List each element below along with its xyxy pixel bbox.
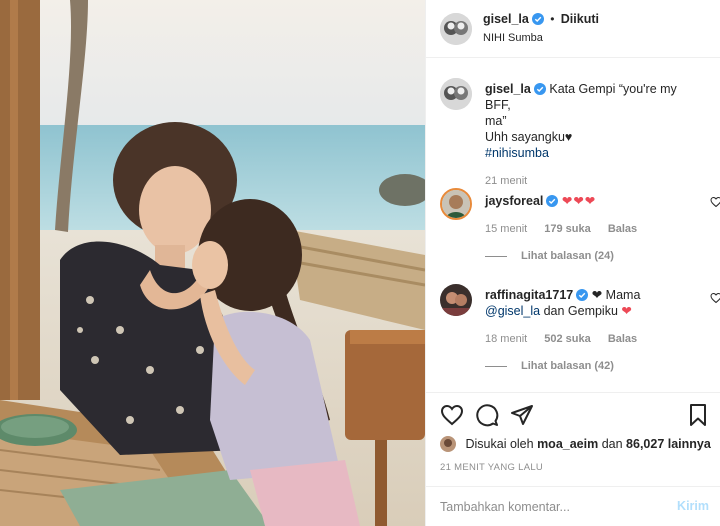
view-replies-label: Lihat balasan (42)	[521, 360, 614, 372]
follow-state-button[interactable]: Diikuti	[561, 12, 599, 26]
commenter-username[interactable]: jaysforeal	[485, 194, 543, 208]
post-photo[interactable]	[0, 0, 425, 526]
replies-divider	[485, 255, 507, 257]
comment-text: ❤ Mama	[591, 288, 641, 302]
comment-body: jaysforeal ❤❤❤ 15 menit 179 suka Balas	[485, 193, 688, 237]
comment-like-heart-icon[interactable]	[710, 196, 720, 208]
commenter-avatar[interactable]	[440, 284, 472, 316]
liker-avatar-image	[440, 436, 456, 452]
photo-illustration	[0, 0, 425, 526]
verified-badge-icon	[531, 13, 544, 25]
comment-likes[interactable]: 179 suka	[544, 223, 590, 235]
reply-button[interactable]: Balas	[608, 333, 637, 345]
comment-body: raffinagita1717 ❤ Mama @gisel_la dan Gem…	[485, 287, 688, 347]
author-avatar-image	[440, 13, 472, 45]
comment-item: raffinagita1717 ❤ Mama @gisel_la dan Gem…	[440, 284, 720, 384]
caption-text-line2: ma”	[485, 114, 507, 128]
comment-text-continued: dan Gempiku	[543, 304, 618, 318]
post-timestamp[interactable]: 21 MENIT YANG LALU	[440, 462, 543, 473]
comment-meta: 15 menit 179 suka Balas	[485, 221, 688, 237]
header-title-line: gisel_la • Diikuti	[483, 12, 599, 26]
add-comment-bar: Kirim	[426, 486, 720, 526]
liked-by-count-link[interactable]: 86,027 lainnya	[626, 437, 711, 451]
share-paper-plane-icon[interactable]	[510, 403, 534, 427]
caption-body: gisel_la Kata Gempi “you're my BFF, ma” …	[485, 81, 688, 189]
caption-time[interactable]: 21 menit	[485, 175, 527, 187]
header-separator: •	[550, 12, 555, 26]
comment-heart-emoji: ❤	[621, 304, 632, 318]
liker-avatar[interactable]	[440, 436, 456, 452]
liked-by-line: Disukai oleh moa_aeim dan 86,027 lainnya	[440, 436, 711, 452]
view-replies-label: Lihat balasan (24)	[521, 250, 614, 262]
post-location[interactable]: NIHI Sumba	[483, 32, 543, 44]
author-username[interactable]: gisel_la	[483, 12, 529, 26]
author-avatar[interactable]	[440, 13, 472, 45]
commenter-avatar-image	[440, 284, 472, 316]
add-comment-input[interactable]	[440, 487, 660, 526]
comment-meta: 18 menit 502 suka Balas	[485, 331, 688, 347]
heart-outline-icon[interactable]	[440, 403, 464, 427]
liked-by-connector: dan	[601, 437, 623, 451]
commenter-username[interactable]: raffinagita1717	[485, 288, 573, 302]
comment-likes[interactable]: 502 suka	[544, 333, 590, 345]
caption-username[interactable]: gisel_la	[485, 82, 531, 96]
verified-badge-icon	[546, 195, 559, 207]
caption-meta: 21 menit	[485, 173, 688, 189]
comment-time[interactable]: 18 menit	[485, 333, 527, 345]
comment-time[interactable]: 15 menit	[485, 223, 527, 235]
view-replies-button[interactable]: Lihat balasan (42)	[485, 360, 614, 372]
comment-text: ❤❤❤	[561, 194, 597, 208]
caption-text-line3: Uhh sayangku♥	[485, 130, 573, 144]
verified-badge-icon	[576, 289, 589, 301]
post-comment-button[interactable]: Kirim	[677, 499, 709, 513]
caption-item: gisel_la Kata Gempi “you're my BFF, ma” …	[440, 78, 710, 187]
liked-by-user-link[interactable]: moa_aeim	[537, 437, 598, 451]
bookmark-icon[interactable]	[686, 403, 710, 427]
comment-item: jaysforeal ❤❤❤ 15 menit 179 suka Balas L…	[440, 188, 720, 268]
caption-author-avatar[interactable]	[440, 78, 472, 110]
caption-hashtag-link[interactable]: #nihisumba	[485, 145, 688, 161]
caption-avatar-image	[440, 78, 472, 110]
comments-list: gisel_la Kata Gempi “you're my BFF, ma” …	[426, 58, 720, 392]
liked-by-prefix: Disukai oleh	[465, 437, 534, 451]
comment-like-heart-icon[interactable]	[710, 292, 720, 304]
view-replies-button[interactable]: Lihat balasan (24)	[485, 250, 614, 262]
post-side-panel: gisel_la • Diikuti NIHI Sumba gisel_la K…	[425, 0, 720, 526]
comment-mention-link[interactable]: @gisel_la	[485, 304, 540, 318]
verified-badge-icon	[533, 83, 546, 95]
reply-button[interactable]: Balas	[608, 223, 637, 235]
post-header: gisel_la • Diikuti NIHI Sumba	[426, 0, 720, 58]
comment-bubble-icon[interactable]	[475, 403, 499, 427]
replies-divider	[485, 365, 507, 367]
commenter-avatar[interactable]	[440, 188, 472, 220]
commenter-avatar-image	[442, 190, 470, 218]
